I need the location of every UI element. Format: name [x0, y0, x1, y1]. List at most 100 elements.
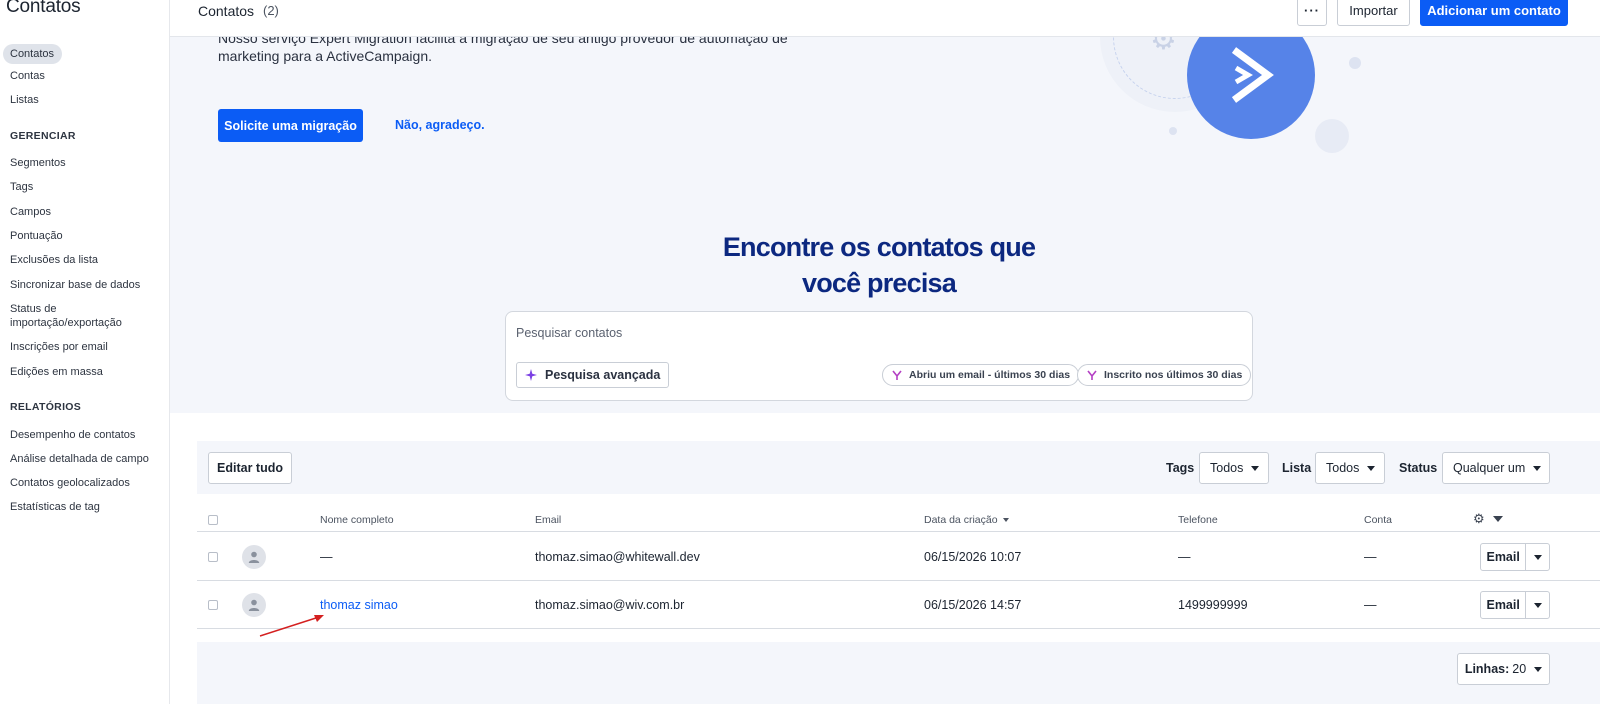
sidebar-item-analise-campo[interactable]: Análise detalhada de campo: [10, 452, 149, 466]
chevron-down-icon: [1251, 465, 1260, 471]
annotation-arrow-icon: [259, 615, 324, 637]
tags-filter-value: Todos: [1210, 461, 1244, 475]
banner: Nosso serviço Expert Migration facilita …: [170, 37, 1600, 413]
request-migration-button[interactable]: Solicite uma migração: [218, 109, 363, 142]
tags-filter-label: Tags: [1166, 461, 1195, 475]
activecampaign-logo: [1187, 37, 1315, 139]
column-header-created[interactable]: Data da criação: [924, 514, 1010, 526]
chip-opened-email[interactable]: Abriu um email - últimos 30 dias: [882, 364, 1080, 386]
tags-filter-select[interactable]: Todos: [1199, 452, 1269, 484]
email-split-button: Email: [1480, 543, 1550, 571]
table-row[interactable]: — thomaz.simao@whitewall.dev 06/15/2026 …: [197, 533, 1600, 581]
sidebar-item-listas[interactable]: Listas: [10, 93, 39, 107]
more-options-button[interactable]: ···: [1297, 0, 1327, 26]
column-header-email[interactable]: Email: [535, 514, 561, 526]
sidebar-item-geolocalizados[interactable]: Contatos geolocalizados: [10, 476, 130, 490]
status-filter-value: Qualquer um: [1453, 461, 1526, 475]
table-footer: Linhas: 20: [197, 642, 1600, 704]
email-button[interactable]: Email: [1481, 592, 1527, 618]
sidebar-item-pontuacao[interactable]: Pontuação: [10, 229, 63, 243]
chip-opened-email-label: Abriu um email - últimos 30 dias: [909, 369, 1071, 381]
email-dropdown-button[interactable]: [1526, 544, 1549, 570]
email-button[interactable]: Email: [1481, 544, 1527, 570]
page-title: Contatos: [198, 3, 255, 19]
sidebar-heading-relatorios: RELATÓRIOS: [10, 401, 82, 413]
table-toolbar: Editar tudo Tags Todos Lista Todos Statu…: [197, 441, 1600, 494]
email-dropdown-button[interactable]: [1526, 592, 1549, 618]
list-filter-label: Lista: [1282, 461, 1312, 475]
chevron-down-icon: [1533, 602, 1542, 608]
row-checkbox[interactable]: [208, 600, 218, 610]
column-header-account[interactable]: Conta: [1364, 514, 1392, 526]
add-contact-button[interactable]: Adicionar um contato: [1420, 0, 1568, 26]
illustration-dot-small: [1349, 57, 1361, 69]
contact-created: 06/15/2026 14:57: [924, 598, 1022, 612]
find-contacts-title: Encontre os contatos que você precisa: [670, 229, 1088, 301]
page-header: Contatos (2) ··· Importar Adicionar um c…: [170, 0, 1600, 37]
chip-subscribed-label: Inscrito nos últimos 30 dias: [1104, 369, 1243, 381]
decline-migration-link[interactable]: Não, agradeço.: [395, 118, 485, 132]
illustration-dot: [1315, 119, 1349, 153]
migration-text: Nosso serviço Expert Migration facilita …: [218, 37, 788, 64]
contact-name: —: [320, 550, 333, 564]
email-split-button: Email: [1480, 591, 1550, 619]
sidebar-item-edicoes-massa[interactable]: Edições em massa: [10, 365, 103, 379]
segment-icon: [892, 370, 902, 380]
column-header-phone[interactable]: Telefone: [1178, 514, 1218, 526]
sidebar-item-inscricoes[interactable]: Inscrições por email: [10, 340, 108, 354]
rows-per-page-value: 20: [1512, 662, 1527, 676]
gear-icon: ⚙: [1150, 37, 1177, 56]
rows-per-page-label: Linhas:: [1464, 662, 1510, 676]
person-icon: [248, 551, 260, 563]
sidebar-item-estatisticas-tag[interactable]: Estatísticas de tag: [10, 500, 100, 514]
contact-created: 06/15/2026 10:07: [924, 550, 1022, 564]
sidebar: Contatos Contatos Contas Listas GERENCIA…: [0, 0, 170, 704]
segment-icon: [1087, 370, 1097, 380]
contact-phone: —: [1178, 550, 1191, 564]
contacts-count: (2): [263, 3, 279, 18]
import-button[interactable]: Importar: [1337, 0, 1410, 26]
sidebar-item-campos[interactable]: Campos: [10, 205, 51, 219]
status-filter-select[interactable]: Qualquer um: [1442, 452, 1550, 484]
advanced-search-button[interactable]: Pesquisa avançada: [516, 362, 670, 388]
row-checkbox[interactable]: [208, 552, 218, 562]
find-title-line1: Encontre os contatos que: [722, 232, 1036, 262]
avatar: [242, 545, 266, 569]
sidebar-item-sincronizar[interactable]: Sincronizar base de dados: [10, 278, 140, 292]
contact-account: —: [1364, 550, 1377, 564]
contacts-table-section: Editar tudo Tags Todos Lista Todos Statu…: [197, 441, 1600, 704]
chevron-down-icon: [1533, 465, 1542, 471]
table-row[interactable]: thomaz simao thomaz.simao@wiv.com.br 06/…: [197, 581, 1600, 629]
sidebar-title: Contatos: [6, 0, 81, 17]
contact-email: thomaz.simao@whitewall.dev: [535, 550, 700, 564]
column-header-name[interactable]: Nome completo: [320, 514, 394, 526]
edit-all-button[interactable]: Editar tudo: [208, 452, 292, 484]
chip-subscribed[interactable]: Inscrito nos últimos 30 dias: [1077, 364, 1252, 386]
column-settings-button[interactable]: ⚙: [1473, 512, 1503, 525]
sparkle-icon: [525, 369, 537, 381]
gear-icon: ⚙: [1473, 511, 1485, 526]
sidebar-item-desempenho[interactable]: Desempenho de contatos: [10, 428, 135, 442]
contact-account: —: [1364, 598, 1377, 612]
sidebar-item-status-importacao[interactable]: Status de importação/exportação: [10, 302, 130, 330]
search-input[interactable]: [516, 326, 916, 340]
sidebar-item-exclusoes[interactable]: Exclusões da lista: [10, 253, 98, 267]
rows-per-page-select[interactable]: Linhas: 20: [1457, 653, 1550, 685]
activecampaign-chevron-icon: [1231, 47, 1274, 103]
list-filter-select[interactable]: Todos: [1315, 452, 1385, 484]
column-header-created-label: Data da criação: [924, 514, 998, 526]
sidebar-item-contatos[interactable]: Contatos: [3, 44, 63, 64]
sidebar-item-segmentos[interactable]: Segmentos: [10, 156, 66, 170]
table-header: Nome completo Email Data da criação Tele…: [197, 508, 1600, 532]
sidebar-heading-gerenciar: GERENCIAR: [10, 130, 76, 142]
chevron-down-icon: [1367, 465, 1376, 471]
contact-email: thomaz.simao@wiv.com.br: [535, 598, 685, 612]
select-all-checkbox[interactable]: [208, 515, 218, 525]
chevron-down-icon: [1534, 666, 1543, 672]
chevron-down-icon: [1492, 515, 1503, 522]
illustration-dot-tiny: [1169, 127, 1177, 135]
sidebar-item-contas[interactable]: Contas: [10, 69, 45, 83]
status-filter-label: Status: [1399, 461, 1438, 475]
chevron-down-icon: [1533, 554, 1542, 560]
sidebar-item-tags[interactable]: Tags: [10, 180, 33, 194]
